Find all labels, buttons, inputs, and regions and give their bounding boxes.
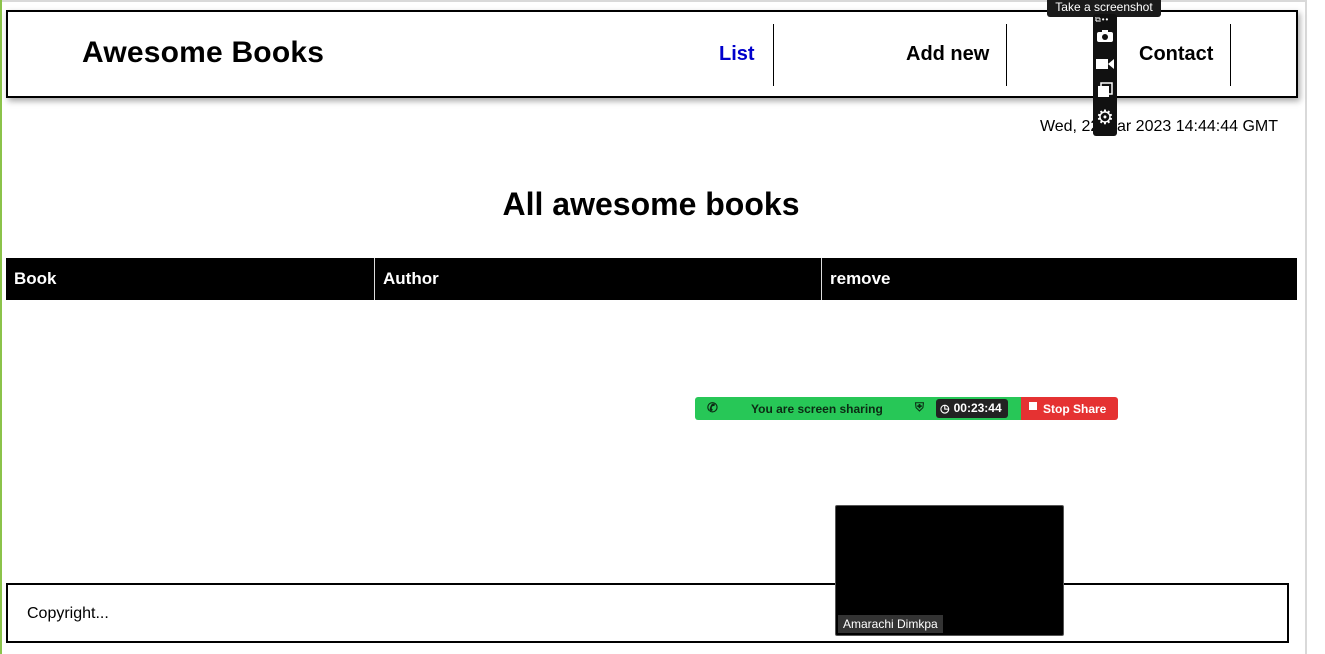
timer-value: 00:23:44 [953,401,1002,415]
stop-share-button[interactable]: Stop Share [1021,397,1118,420]
shield-icon: ⛨ [915,400,925,414]
gear-icon[interactable]: ⚙ [1093,108,1117,128]
column-header-remove: remove [821,258,1297,300]
column-header-book: Book [14,269,57,288]
books-table-header: Book Author remove [6,258,1297,300]
share-message: You are screen sharing [751,402,883,416]
nav-divider [1006,24,1007,86]
share-status[interactable]: ✆ You are screen sharing ⛨ ◷ 00:23:44 [695,397,1021,420]
window-right-edge [1305,0,1307,654]
share-timer: ◷ 00:23:44 [936,399,1008,418]
stop-icon [1029,401,1037,410]
brand-logo: Awesome Books [82,36,325,69]
camera-icon[interactable] [1093,29,1117,49]
nav-list-link[interactable]: List [719,43,755,66]
nav-divider [773,24,774,86]
video-icon[interactable] [1093,56,1117,76]
phone-icon: ✆ [707,400,718,415]
participant-video-tile[interactable]: Amarachi Dimkpa [835,505,1064,636]
screen-share-bar: ✆ You are screen sharing ⛨ ◷ 00:23:44 Sto… [695,397,1118,420]
copyright-text: Copyright... [27,605,109,622]
nav-contact-link[interactable]: Contact [1139,43,1213,66]
column-header-author: Author [374,258,821,300]
participant-name: Amarachi Dimkpa [838,615,943,633]
page-title: All awesome books [502,186,800,222]
current-date: Wed, 22 Mar 2023 14:44:44 GMT [1039,118,1278,135]
capture-toolbar: ⧉•• ⚙ [1093,14,1117,136]
nav-divider [1230,24,1231,86]
more-options-icon[interactable]: ⧉•• [1095,15,1109,25]
nav-add-new-link[interactable]: Add new [906,43,989,66]
window-left-edge [0,0,2,654]
window-icon[interactable] [1093,82,1117,104]
site-footer: Copyright... [6,583,1289,643]
clock-icon: ◷ [940,403,950,415]
stop-share-label: Stop Share [1043,401,1107,416]
